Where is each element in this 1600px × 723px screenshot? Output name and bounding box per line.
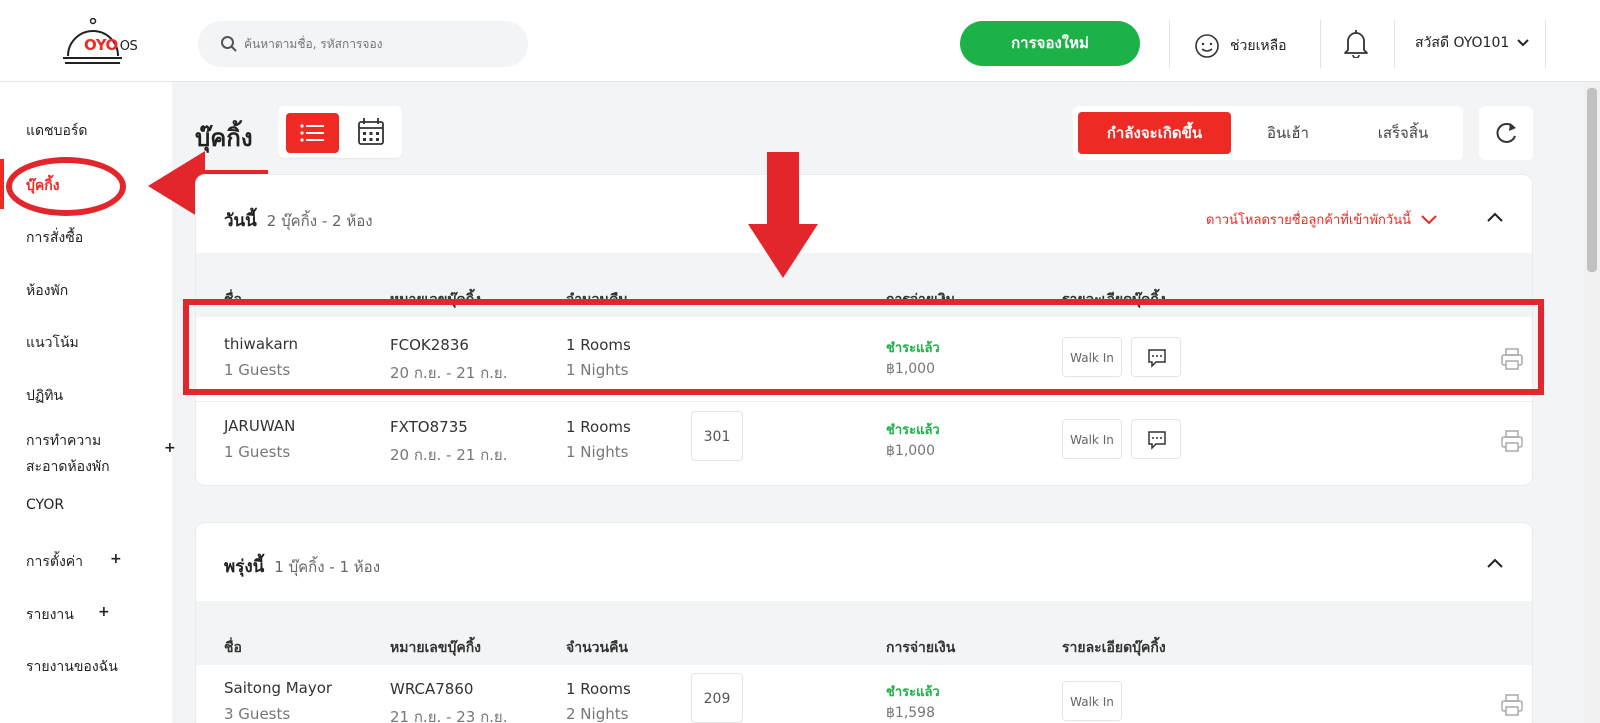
room-number-box[interactable]: 209 bbox=[691, 673, 743, 723]
card-header: พรุ่งนี้ 1 บุ๊คกิ้ง - 1 ห้อง bbox=[196, 523, 1532, 601]
sidebar-item-calendar[interactable]: ปฏิทิน bbox=[26, 385, 63, 407]
annotation-highlight-box bbox=[183, 299, 1544, 395]
payment-amount: ฿1,598 bbox=[886, 705, 935, 721]
scrollbar-thumb[interactable] bbox=[1587, 88, 1597, 272]
chevron-down-icon bbox=[1517, 39, 1529, 47]
booking-number: FXTO8735 bbox=[390, 418, 468, 436]
guest-name: Saitong Mayor bbox=[224, 679, 333, 697]
expand-plus-icon[interactable]: + bbox=[98, 604, 110, 620]
sidebar-item-my-reports[interactable]: รายงานของฉัน bbox=[26, 656, 118, 678]
column-name: ชื่อ bbox=[224, 640, 242, 656]
chevron-down-icon bbox=[1421, 214, 1437, 224]
search-icon bbox=[221, 36, 237, 52]
sidebar-item-label: การทำความ bbox=[26, 433, 102, 449]
divider bbox=[1169, 20, 1170, 68]
top-header: OYOOS การจองใหม่ ช่วยเหลือ สวัสดี OYO101 bbox=[0, 0, 1600, 82]
booking-number: WRCA7860 bbox=[390, 680, 474, 698]
logo-text: OYO OS bbox=[84, 36, 138, 54]
tab-in-house[interactable]: อินเฮ้า bbox=[1238, 112, 1338, 154]
booking-status-tabs: กำลังจะเกิดขึ้น อินเฮ้า เสร็จสิ้น bbox=[1073, 106, 1463, 160]
sidebar-item-label: สะอาดห้องพัก bbox=[26, 459, 110, 475]
card-title: วันนี้ 2 บุ๊คกิ้ง - 2 ห้อง bbox=[224, 211, 373, 231]
view-toggle bbox=[278, 106, 402, 158]
print-icon[interactable] bbox=[1500, 693, 1524, 717]
calendar-icon bbox=[358, 118, 384, 145]
column-booking-number: หมายเลขบุ๊คกิ้ง bbox=[390, 640, 482, 656]
card-title: พรุ่งนี้ 1 บุ๊คกิ้ง - 1 ห้อง bbox=[224, 557, 381, 577]
tab-upcoming[interactable]: กำลังจะเกิดขึ้น bbox=[1078, 112, 1231, 154]
payment-status: ชำระแล้ว bbox=[886, 423, 940, 438]
comment-button[interactable] bbox=[1131, 419, 1181, 459]
guest-name: JARUWAN bbox=[224, 417, 296, 435]
user-menu[interactable]: สวัสดี OYO101 bbox=[1415, 32, 1529, 54]
chevron-up-icon[interactable] bbox=[1486, 211, 1504, 223]
support-face-icon bbox=[1195, 34, 1219, 58]
sidebar-item-orders[interactable]: การสั่งซื้อ bbox=[26, 227, 83, 249]
expand-plus-icon[interactable]: + bbox=[164, 440, 176, 456]
night-count: 2 Nights bbox=[566, 705, 629, 723]
room-count: 1 Rooms bbox=[566, 418, 631, 436]
booking-dates: 20 ก.ย. - 21 ก.ย. bbox=[390, 446, 508, 464]
walk-in-badge: Walk In bbox=[1062, 681, 1122, 721]
sidebar-item-cyor[interactable]: CYOR bbox=[26, 497, 64, 513]
sidebar-item-label: การตั้งค่า bbox=[26, 554, 84, 570]
divider bbox=[1545, 20, 1546, 68]
chevron-up-icon[interactable] bbox=[1486, 557, 1504, 569]
sidebar-item-label: รายงาน bbox=[26, 607, 74, 623]
download-guest-list-link[interactable]: ดาวน์โหลดรายชื่อลูกค้าที่เข้าพักวันนี้ bbox=[1206, 209, 1437, 230]
table-row[interactable]: JARUWAN 1 Guests FXTO8735 20 ก.ย. - 21 ก… bbox=[196, 401, 1532, 485]
card-subtitle: 2 บุ๊คกิ้ง - 2 ห้อง bbox=[266, 212, 373, 230]
divider bbox=[1320, 20, 1321, 68]
sidebar-item-dashboard[interactable]: แดชบอร์ด bbox=[26, 120, 88, 142]
column-payment: การจ่ายเงิน bbox=[886, 640, 956, 656]
page-title: บุ๊คกิ้ง bbox=[195, 124, 253, 152]
payment-status: ชำระแล้ว bbox=[886, 685, 940, 700]
walk-in-badge: Walk In bbox=[1062, 419, 1122, 459]
new-booking-button[interactable]: การจองใหม่ bbox=[960, 21, 1140, 66]
comment-icon bbox=[1148, 431, 1166, 450]
sidebar-item-reports[interactable]: รายงาน + bbox=[26, 604, 110, 626]
tomorrow-bookings-card: พรุ่งนี้ 1 บุ๊คกิ้ง - 1 ห้อง ชื่อ หมายเลข… bbox=[195, 522, 1533, 723]
annotation-arrow-down-icon bbox=[748, 152, 818, 278]
sidebar-item-rooms[interactable]: ห้องพัก bbox=[26, 280, 68, 302]
payment-amount: ฿1,000 bbox=[886, 443, 935, 459]
table-header: ชื่อ หมายเลขบุ๊คกิ้ง จำนวนคืน การจ่ายเงิ… bbox=[196, 601, 1532, 665]
card-header: วันนี้ 2 บุ๊คกิ้ง - 2 ห้อง ดาวน์โหลดรายชื… bbox=[196, 175, 1532, 253]
refresh-button[interactable] bbox=[1479, 106, 1533, 160]
night-count: 1 Nights bbox=[566, 443, 629, 461]
sidebar-item-trends[interactable]: แนวโน้ม bbox=[26, 332, 79, 354]
annotation-circle bbox=[6, 157, 126, 216]
card-subtitle: 1 บุ๊คกิ้ง - 1 ห้อง bbox=[274, 558, 381, 576]
download-label: ดาวน์โหลดรายชื่อลูกค้าที่เข้าพักวันนี้ bbox=[1206, 213, 1411, 228]
sidebar-item-settings[interactable]: การตั้งค่า + bbox=[26, 551, 122, 573]
room-number-box[interactable]: 301 bbox=[691, 411, 743, 461]
tab-completed[interactable]: เสร็จสิ้น bbox=[1348, 112, 1458, 154]
print-icon[interactable] bbox=[1500, 429, 1524, 453]
list-view-button[interactable] bbox=[286, 113, 339, 153]
calendar-view-button[interactable] bbox=[348, 113, 394, 153]
help-label: ช่วยเหลือ bbox=[1230, 38, 1287, 54]
help-button[interactable]: ช่วยเหลือ bbox=[1194, 28, 1287, 64]
list-icon bbox=[300, 124, 324, 142]
table-row[interactable]: Saitong Mayor 3 Guests WRCA7860 21 ก.ย. … bbox=[196, 665, 1532, 723]
active-indicator bbox=[0, 159, 4, 209]
expand-plus-icon[interactable]: + bbox=[110, 551, 122, 567]
guest-count: 3 Guests bbox=[224, 705, 291, 723]
user-greeting: สวัสดี OYO101 bbox=[1415, 35, 1510, 51]
column-details: รายละเอียดบุ๊คกิ้ง bbox=[1062, 640, 1166, 656]
scrollbar[interactable] bbox=[1584, 82, 1600, 723]
booking-dates: 21 ก.ย. - 23 ก.ย. bbox=[390, 708, 508, 723]
refresh-icon bbox=[1496, 123, 1516, 143]
divider bbox=[1394, 20, 1395, 68]
column-nights: จำนวนคืน bbox=[566, 640, 629, 656]
bell-icon[interactable] bbox=[1343, 28, 1369, 58]
search-input[interactable] bbox=[244, 21, 514, 67]
guest-count: 1 Guests bbox=[224, 443, 291, 461]
room-count: 1 Rooms bbox=[566, 680, 631, 698]
search-bar[interactable] bbox=[198, 21, 528, 67]
sidebar-item-housekeeping[interactable]: การทำความ สะอาดห้องพัก + bbox=[26, 430, 176, 478]
